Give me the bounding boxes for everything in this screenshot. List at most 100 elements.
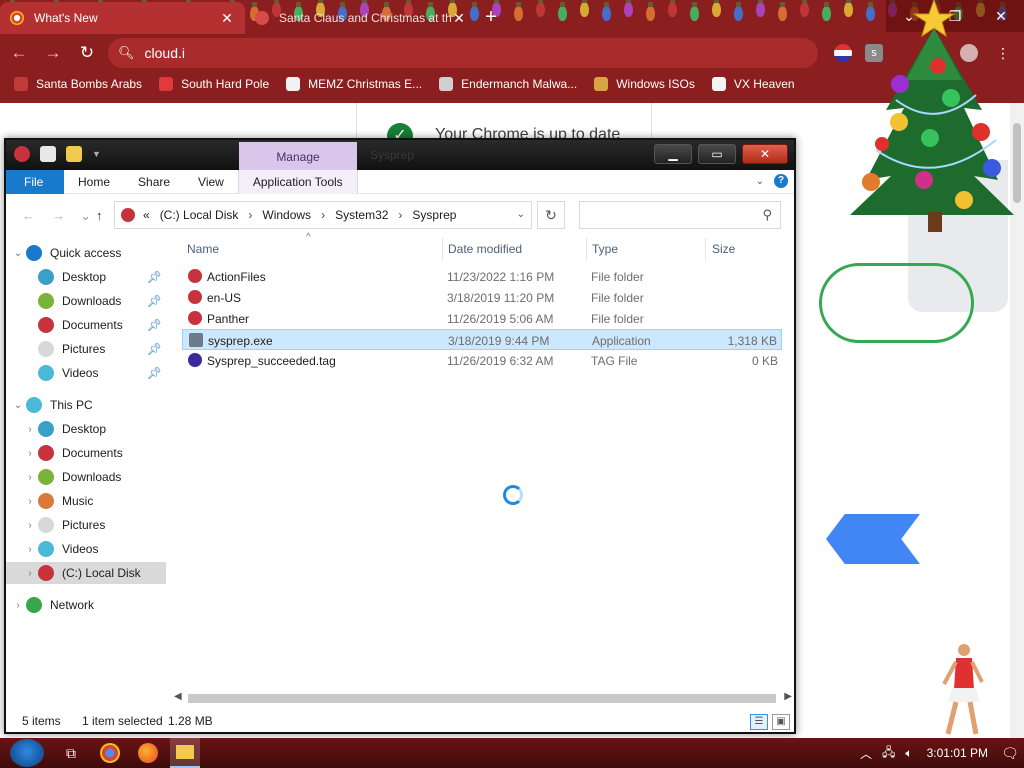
breadcrumb-system32[interactable]: System32 xyxy=(335,208,388,222)
chevron-icon[interactable]: › xyxy=(22,472,38,483)
chevron-icon[interactable]: › xyxy=(22,544,38,555)
chevron-icon[interactable]: ⌄ xyxy=(10,400,26,411)
firefox-taskbar-icon[interactable] xyxy=(138,743,158,763)
file-row[interactable]: en-US 3/18/2019 11:20 PM File folder xyxy=(182,287,782,308)
nav-quick-item[interactable]: Desktop 📌︎ xyxy=(6,266,166,288)
pin-icon[interactable]: 📌︎ xyxy=(147,342,162,356)
bookmark-item[interactable]: MEMZ Christmas E... xyxy=(286,77,422,91)
new-folder-icon[interactable] xyxy=(66,146,82,162)
reload-icon[interactable]: ↻ xyxy=(72,38,102,68)
minimize-button[interactable]: ▁ xyxy=(654,144,692,164)
manage-context-tab[interactable]: Manage xyxy=(239,142,357,170)
scroll-right-icon[interactable]: ▶ xyxy=(784,691,792,702)
tab-share[interactable]: Share xyxy=(124,170,184,194)
tab-close-icon[interactable]: ✕ xyxy=(219,10,235,27)
file-row[interactable]: sysprep.exe 3/18/2019 9:44 PM Application 1… xyxy=(182,329,782,350)
tab-file[interactable]: File xyxy=(6,170,64,194)
tab-whats-new[interactable]: What's New ✕ xyxy=(0,2,245,34)
scrollbar-thumb[interactable] xyxy=(188,694,776,703)
maximize-button[interactable]: ▭ xyxy=(698,144,736,164)
chevron-down-icon[interactable]: ⌄ xyxy=(517,209,525,220)
column-divider[interactable] xyxy=(442,238,443,260)
chevron-icon[interactable]: › xyxy=(22,520,38,531)
chevron-icon[interactable]: › xyxy=(22,424,38,435)
column-size[interactable]: Size xyxy=(712,242,735,256)
column-divider[interactable] xyxy=(586,238,587,260)
nav-network[interactable]: › Network xyxy=(6,594,166,616)
tab-close-icon[interactable]: ✕ xyxy=(451,10,467,27)
forward-arrow-icon[interactable]: → xyxy=(52,208,65,223)
nav-quick-item[interactable]: Documents 📌︎ xyxy=(6,314,166,336)
breadcrumb-sysprep[interactable]: Sysprep xyxy=(412,208,456,222)
bookmark-item[interactable]: Windows ISOs xyxy=(594,77,695,91)
notification-icon[interactable]: 🗨︎ xyxy=(996,738,1024,768)
start-button[interactable] xyxy=(10,739,44,767)
nav-pc-item[interactable]: › Pictures xyxy=(6,514,166,536)
chevron-icon[interactable]: › xyxy=(10,600,26,611)
help-icon[interactable]: ? xyxy=(774,174,788,188)
search-input[interactable]: ⚲ xyxy=(579,201,781,229)
nav-pc-item[interactable]: › Documents xyxy=(6,442,166,464)
tab-santa-claus[interactable]: Santa Claus and Christmas at the ✕ xyxy=(245,2,477,34)
breadcrumb-local-disk[interactable]: (C:) Local Disk xyxy=(160,208,239,222)
tab-application-tools[interactable]: Application Tools xyxy=(237,170,358,194)
properties-icon[interactable] xyxy=(40,146,56,162)
file-row[interactable]: Sysprep_succeeded.tag 11/26/2019 6:32 AM T… xyxy=(182,350,782,371)
new-tab-button[interactable]: + xyxy=(477,2,505,34)
nav-quick-item[interactable]: Pictures 📌︎ xyxy=(6,338,166,360)
expand-ribbon-icon[interactable]: ⌄ xyxy=(756,176,764,187)
chevron-icon[interactable]: › xyxy=(22,496,38,507)
chrome-taskbar-icon[interactable] xyxy=(100,743,120,763)
recent-locations-icon[interactable]: ⌄ xyxy=(80,208,91,224)
bookmark-item[interactable]: Santa Bombs Arabs xyxy=(14,77,142,91)
nav-pc-item[interactable]: › Music xyxy=(6,490,166,512)
refresh-icon[interactable]: ↻ xyxy=(537,201,565,229)
tab-view[interactable]: View xyxy=(184,170,238,194)
file-row[interactable]: Panther 11/26/2019 5:06 AM File folder xyxy=(182,308,782,329)
column-date-modified[interactable]: Date modified xyxy=(448,242,522,256)
pin-icon[interactable]: 📌︎ xyxy=(147,294,162,308)
nav-pc-item[interactable]: › (C:) Local Disk xyxy=(6,562,166,584)
file-explorer-taskbar-icon[interactable] xyxy=(170,738,200,768)
nav-quick-access[interactable]: ⌄ Quick access xyxy=(6,242,166,264)
back-arrow-icon[interactable]: ← xyxy=(22,208,35,223)
nav-quick-item[interactable]: Videos 📌︎ xyxy=(6,362,166,384)
file-row[interactable]: ActionFiles 11/23/2022 1:16 PM File folder xyxy=(182,266,782,287)
scroll-left-icon[interactable]: ◀ xyxy=(174,691,182,702)
tab-home[interactable]: Home xyxy=(64,170,124,194)
clock[interactable]: 3:01:01 PM xyxy=(927,746,988,760)
bookmark-item[interactable]: South Hard Pole xyxy=(159,77,269,91)
nav-pc-item[interactable]: › Videos xyxy=(6,538,166,560)
nav-this-pc[interactable]: ⌄ This PC xyxy=(6,394,166,416)
chevron-icon[interactable]: › xyxy=(22,448,38,459)
breadcrumb[interactable]: « (C:) Local Disk › Windows › System32 ›… xyxy=(114,201,532,229)
breadcrumb-overflow[interactable]: « xyxy=(143,208,150,222)
forward-arrow-icon[interactable]: → xyxy=(38,38,68,68)
nav-pc-item[interactable]: › Desktop xyxy=(6,418,166,440)
horizontal-scrollbar[interactable]: ◀ ▶ xyxy=(172,690,792,706)
pin-icon[interactable]: 📌︎ xyxy=(147,270,162,284)
chevron-right-icon[interactable]: › xyxy=(248,208,252,222)
chevron-right-icon[interactable]: › xyxy=(398,208,402,222)
back-arrow-icon[interactable]: ← xyxy=(4,38,34,68)
nav-pc-item[interactable]: › Downloads xyxy=(6,466,166,488)
chevron-icon[interactable]: ⌄ xyxy=(10,248,26,259)
pin-icon[interactable]: 📌︎ xyxy=(147,318,162,332)
pin-icon[interactable]: 📌︎ xyxy=(147,366,162,380)
network-icon[interactable]: 🖧︎ xyxy=(882,743,895,764)
chevron-icon[interactable]: › xyxy=(22,568,38,579)
bookmark-item[interactable]: Endermanch Malwa... xyxy=(439,77,577,91)
column-name[interactable]: Name xyxy=(187,242,219,256)
up-arrow-icon[interactable]: ↑ xyxy=(96,208,103,223)
column-type[interactable]: Type xyxy=(592,242,618,256)
breadcrumb-windows[interactable]: Windows xyxy=(262,208,311,222)
address-bar[interactable]: 🔍︎ cloud.i xyxy=(108,38,818,68)
qat-dropdown-icon[interactable]: ▼ xyxy=(92,149,101,159)
large-icons-view-icon[interactable]: ▣ xyxy=(772,714,790,730)
nav-quick-item[interactable]: Downloads 📌︎ xyxy=(6,290,166,312)
chevron-right-icon[interactable]: › xyxy=(321,208,325,222)
close-button[interactable]: ✕ xyxy=(742,144,788,164)
task-view-icon[interactable]: ⧉ xyxy=(60,743,82,763)
chevron-up-icon[interactable]: ︿ xyxy=(860,745,872,762)
column-divider[interactable] xyxy=(705,238,706,260)
